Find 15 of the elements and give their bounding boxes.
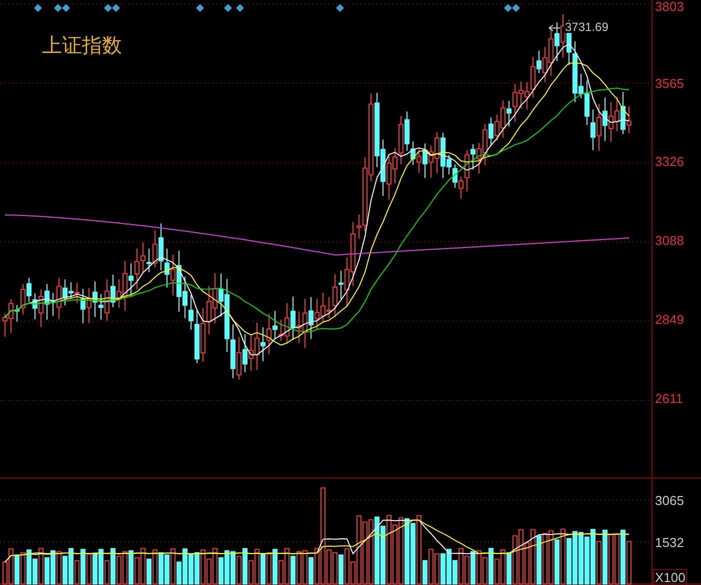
pointer-arrow: [548, 24, 560, 32]
diamond-icon: [196, 4, 204, 12]
price-axis-label: 3565: [655, 77, 684, 90]
index-title: 上证指数: [42, 36, 122, 56]
price-axis-label: 3088: [655, 234, 684, 247]
price-axis-label: 3803: [655, 0, 684, 13]
volume-axis-label: 1532: [655, 536, 684, 549]
price-axis-label: 3326: [655, 155, 684, 168]
price-axis-label: 2849: [655, 313, 684, 326]
max-price-label: 3731.69: [564, 21, 610, 33]
volume-unit-label: X100: [653, 569, 688, 585]
price-axis-label: 2611: [655, 392, 683, 405]
diamond-icon: [34, 4, 42, 12]
volume-axis-label: 3065: [655, 494, 684, 507]
diamond-icon: [336, 4, 344, 12]
